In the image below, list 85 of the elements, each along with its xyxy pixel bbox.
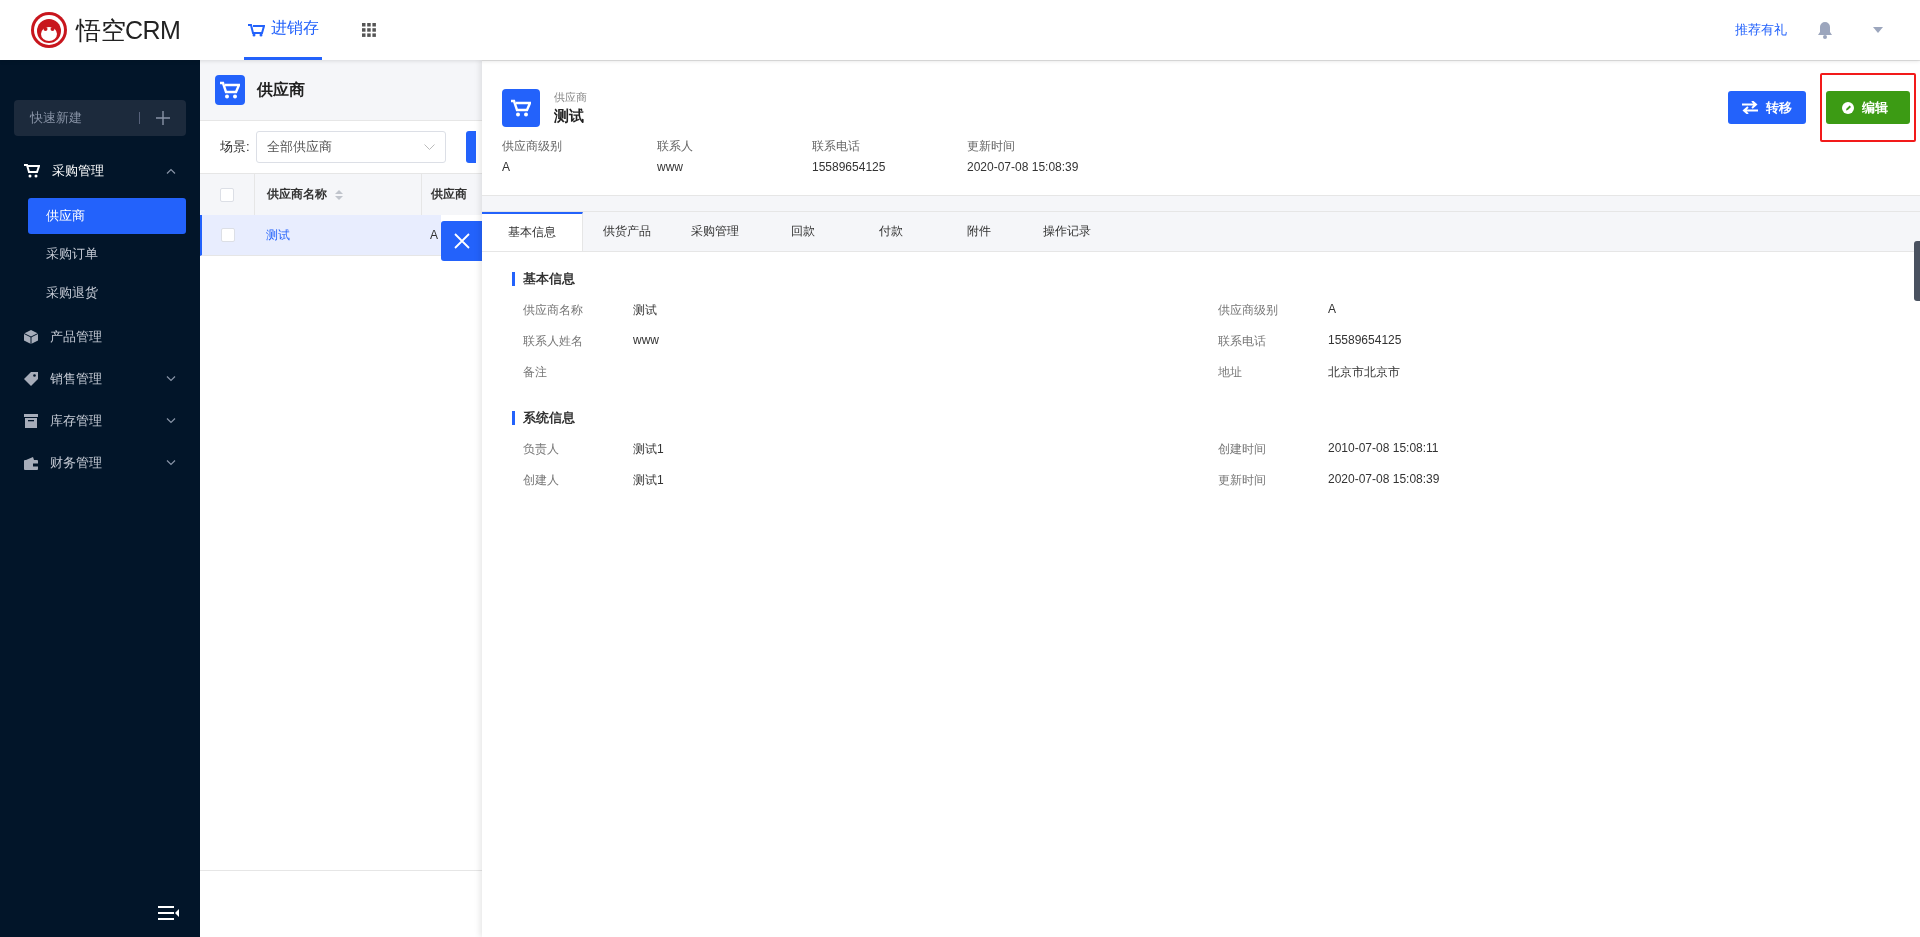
menu-group[interactable]: 库存管理 — [0, 400, 200, 442]
checkbox[interactable] — [221, 228, 235, 242]
field-value: A — [1328, 302, 1336, 318]
field-value: 测试1 — [633, 472, 664, 489]
detail-tab[interactable]: 回款 — [759, 212, 847, 251]
chevron-icon — [423, 144, 435, 150]
referral-link[interactable]: 推荐有礼 — [1735, 21, 1787, 39]
menu-group[interactable]: 销售管理 — [0, 358, 200, 400]
summary-label: 供应商级别 — [502, 138, 563, 155]
chevron-icon — [166, 460, 176, 466]
archive-box-icon — [24, 414, 38, 428]
field-label: 联系电话 — [1218, 333, 1267, 350]
column-header: 供应商 — [431, 186, 467, 203]
action-button[interactable] — [465, 131, 476, 163]
supplier-name-link[interactable]: 测试 — [266, 226, 290, 244]
chevron-icon — [166, 376, 176, 382]
side-handle[interactable] — [1914, 241, 1920, 301]
field-value: www — [633, 333, 659, 349]
section-title: 基本信息 — [512, 272, 1890, 286]
menu-item[interactable]: 采购退货 — [28, 274, 186, 311]
collapse-menu-icon[interactable] — [158, 906, 180, 920]
menu-item[interactable]: 采购订单 — [28, 236, 186, 272]
detail-tab[interactable]: 基本信息 — [482, 212, 583, 251]
summary-label: 联系电话 — [812, 138, 861, 155]
notification-bell-icon[interactable] — [1817, 21, 1833, 39]
menu-item[interactable]: 供应商 — [28, 197, 186, 234]
field-label: 联系人姓名 — [523, 333, 584, 350]
cube-icon — [24, 330, 38, 344]
section-title: 系统信息 — [512, 411, 1890, 425]
detail-tab[interactable]: 供货产品 — [583, 212, 671, 251]
column-header[interactable]: 供应商名称 — [267, 186, 327, 203]
field-value: 2010-07-08 15:08:11 — [1328, 441, 1439, 457]
field-label: 更新时间 — [1218, 472, 1267, 489]
field-value: 2020-07-08 15:08:39 — [1328, 472, 1440, 488]
field-value: 测试 — [633, 302, 657, 319]
summary-value: A — [502, 160, 511, 174]
summary-value: 15589654125 — [812, 160, 887, 174]
plus-icon — [156, 111, 170, 125]
summary-label: 联系人 — [657, 138, 694, 155]
tag-icon — [24, 372, 38, 386]
summary-value: www — [657, 160, 684, 174]
wallet-icon — [24, 456, 38, 470]
record-type: 供应商 — [554, 89, 587, 105]
summary-label: 更新时间 — [967, 138, 1016, 155]
field-label: 备注 — [523, 364, 548, 381]
field-value: 15589654125 — [1328, 333, 1402, 349]
menu-group[interactable]: 产品管理 — [0, 316, 200, 358]
detail-tab[interactable]: 操作记录 — [1023, 212, 1111, 251]
cart-icon — [502, 88, 540, 127]
checkbox[interactable] — [220, 187, 234, 202]
scene-label: 场景: — [220, 138, 250, 156]
cart-icon — [215, 75, 245, 105]
page-title: 供应商 — [257, 79, 305, 100]
brand-name: 悟空CRM — [76, 14, 181, 46]
summary-value: 2020-07-08 15:08:39 — [967, 160, 1080, 174]
table-cell: A — [430, 228, 438, 242]
field-value: 北京市北京市 — [1328, 364, 1400, 381]
field-label: 创建时间 — [1218, 441, 1267, 458]
dropdown-caret-icon[interactable] — [1873, 27, 1883, 33]
detail-tab[interactable]: 付款 — [847, 212, 935, 251]
detail-tab[interactable]: 采购管理 — [671, 212, 759, 251]
detail-tab[interactable]: 附件 — [935, 212, 1023, 251]
table-row[interactable]: 测试 A — [200, 215, 441, 256]
cart-icon — [24, 164, 40, 178]
scene-select[interactable]: 全部供应商 — [255, 131, 446, 163]
field-label: 地址 — [1218, 364, 1243, 381]
close-button[interactable] — [441, 221, 482, 261]
swap-arrows-icon — [1742, 101, 1758, 114]
edit-icon — [1842, 101, 1854, 114]
field-label: 供应商级别 — [1218, 302, 1279, 319]
edit-button[interactable]: 编辑 — [1826, 91, 1910, 124]
field-label: 创建人 — [523, 472, 560, 489]
close-icon — [453, 233, 470, 249]
chevron-icon — [166, 418, 176, 424]
menu-group[interactable]: 采购管理 — [0, 150, 200, 192]
quick-create-button[interactable]: 快速新建 — [14, 100, 186, 136]
field-value: 测试1 — [633, 441, 664, 458]
field-label: 供应商名称 — [523, 302, 584, 319]
record-name: 测试 — [554, 106, 585, 126]
chevron-icon — [166, 168, 176, 174]
field-label: 负责人 — [523, 441, 560, 458]
apps-grid-icon[interactable] — [362, 23, 376, 37]
transfer-button[interactable]: 转移 — [1728, 91, 1806, 124]
menu-group[interactable]: 财务管理 — [0, 442, 200, 484]
sort-icon[interactable] — [335, 189, 343, 200]
